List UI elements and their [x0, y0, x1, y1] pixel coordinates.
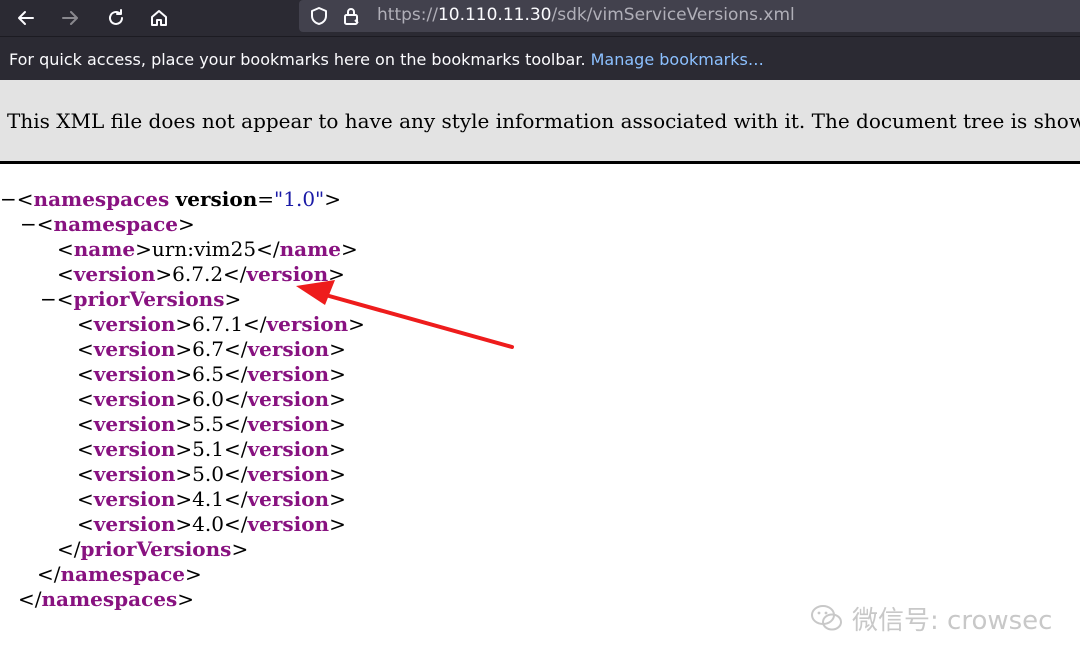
- xml-version-element: <version>6.7.2</version>: [57, 262, 345, 286]
- browser-toolbar: https://10.110.11.30/sdk/vimServiceVersi…: [0, 0, 1080, 36]
- url-text[interactable]: https://10.110.11.30/sdk/vimServiceVersi…: [377, 5, 795, 25]
- xml-prior-version: <version>5.1</version>: [77, 437, 346, 461]
- lock-icon[interactable]: [341, 6, 361, 26]
- bookmarks-toolbar: For quick access, place your bookmarks h…: [0, 36, 1080, 80]
- xml-text: 6.5: [192, 362, 224, 386]
- xml-tag: namespace: [60, 562, 186, 586]
- collapse-toggle[interactable]: −: [0, 187, 17, 211]
- xml-text: 6.7: [192, 337, 224, 361]
- xml-tag: name: [279, 237, 341, 261]
- home-icon: [151, 10, 167, 26]
- xml-tag: version: [73, 262, 156, 286]
- back-button[interactable]: [10, 2, 42, 34]
- xml-tag: priorVersions: [80, 537, 232, 561]
- xml-prior-version: <version>5.0</version>: [77, 462, 346, 486]
- xml-prior-close: </priorVersions>: [57, 537, 249, 561]
- xml-prior-version: <version>6.5</version>: [77, 362, 346, 386]
- xml-tag: namespaces: [33, 187, 170, 211]
- xml-prior-version: <version>6.7.1</version>: [77, 312, 365, 336]
- xml-text: 5.1: [192, 437, 224, 461]
- xml-tag: version: [246, 262, 329, 286]
- back-arrow-icon: [18, 11, 34, 25]
- xml-prior-version: <version>4.0</version>: [77, 512, 346, 536]
- xml-prior-open: −<priorVersions>: [40, 287, 242, 311]
- xml-tag: name: [73, 237, 136, 261]
- home-button[interactable]: [143, 2, 175, 34]
- xml-prior-version: <version>6.0</version>: [77, 387, 346, 411]
- forward-arrow-icon: [62, 11, 78, 25]
- xml-tag: namespace: [53, 212, 179, 236]
- xml-name-element: <name>urn:vim25</name>: [57, 237, 358, 261]
- collapse-toggle[interactable]: −: [40, 287, 57, 311]
- xml-prior-version: <version>4.1</version>: [77, 487, 346, 511]
- xml-tag: namespaces: [41, 587, 178, 611]
- manage-bookmarks-link[interactable]: Manage bookmarks…: [591, 50, 764, 69]
- reload-button[interactable]: [100, 2, 132, 34]
- xml-style-notice: This XML file does not appear to have an…: [0, 80, 1080, 164]
- url-host: 10.110.11.30: [437, 5, 552, 25]
- xml-attr-name: version: [175, 187, 258, 211]
- xml-tag: priorVersions: [73, 287, 225, 311]
- xml-prior-version: <version>5.5</version>: [77, 412, 346, 436]
- reload-icon: [109, 9, 123, 25]
- xml-text: 5.5: [192, 412, 224, 436]
- xml-attr-value: "1.0": [274, 187, 325, 211]
- xml-prior-version: <version>6.7</version>: [77, 337, 346, 361]
- watermark-text: 微信号: crowsec: [852, 605, 1053, 636]
- xml-text: 6.7.1: [192, 312, 244, 336]
- wechat-icon: [811, 605, 842, 631]
- url-scheme: https://: [377, 5, 438, 25]
- tracking-shield-icon[interactable]: [309, 6, 329, 26]
- xml-root-open: −<namespaces version="1.0">: [0, 187, 342, 211]
- xml-text: 6.0: [192, 387, 224, 411]
- xml-namespace-open: −<namespace>: [20, 212, 195, 236]
- xml-text: 5.0: [192, 462, 224, 486]
- xml-text: 4.1: [192, 487, 224, 511]
- collapse-toggle[interactable]: −: [20, 212, 37, 236]
- xml-namespace-close: </namespace>: [37, 562, 202, 586]
- forward-button[interactable]: [54, 2, 86, 34]
- xml-text: 4.0: [192, 512, 224, 536]
- xml-notice-text: This XML file does not appear to have an…: [7, 109, 1080, 133]
- url-bar[interactable]: https://10.110.11.30/sdk/vimServiceVersi…: [299, 0, 1080, 32]
- url-path: /sdk/vimServiceVersions.xml: [551, 5, 795, 25]
- xml-root-close: </namespaces>: [18, 587, 195, 611]
- bookmarks-hint: For quick access, place your bookmarks h…: [9, 50, 764, 69]
- xml-text: 6.7.2: [172, 262, 224, 286]
- xml-text: urn:vim25: [151, 237, 257, 261]
- watermark: 微信号: crowsec: [810, 600, 1052, 636]
- bookmarks-hint-text: For quick access, place your bookmarks h…: [9, 50, 586, 69]
